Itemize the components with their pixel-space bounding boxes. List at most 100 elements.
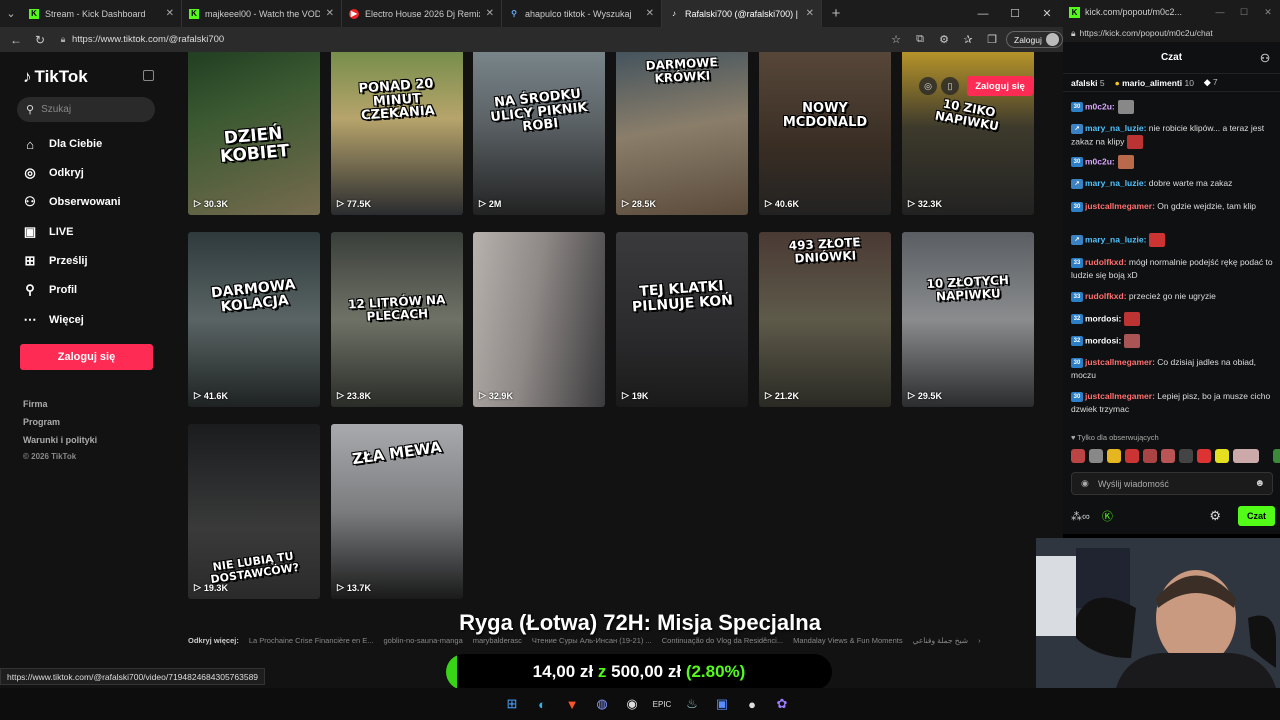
tab-kick-vod[interactable]: K majkeeel00 - Watch the VOD on Kick ✕ [182, 0, 342, 27]
close-window-icon[interactable]: ✕ [1256, 7, 1280, 18]
discover-link[interactable]: La Prochaine Crise Financière en E... [249, 636, 374, 645]
nav-wiecej[interactable]: ⋯ Więcej [22, 312, 84, 328]
emote[interactable] [1215, 449, 1229, 463]
gear-icon[interactable]: ⚙ [1209, 508, 1221, 524]
chat-username[interactable]: rudolfkxd: [1085, 257, 1127, 267]
tab-youtube[interactable]: ▶ Electro House 2026 Dj Remix ✕ [342, 0, 502, 27]
leader-item[interactable]: afalski 5 [1071, 78, 1105, 88]
collapse-sidebar-icon[interactable] [143, 70, 154, 81]
video-card[interactable]: ▷ 32.9K [473, 232, 605, 407]
url-field[interactable]: 🔒︎ https://www.tiktok.com/@rafalski700 [54, 30, 784, 49]
emoji-icon[interactable]: ☻ [1254, 478, 1265, 489]
emote[interactable] [1107, 449, 1121, 463]
kick-coin-icon[interactable]: Ⓚ [1102, 508, 1113, 524]
tab-search[interactable]: ⚲ ahapulco tiktok - Wyszukaj ✕ [502, 0, 662, 27]
discover-link[interactable]: goblin-no-sauna-manga [384, 636, 463, 645]
minimize-icon[interactable]: — [1208, 7, 1232, 18]
chat-username[interactable]: mary_na_luzie: [1085, 123, 1146, 133]
close-icon[interactable]: ✕ [326, 8, 334, 19]
phone-icon[interactable]: ▯ [941, 77, 959, 95]
nav-profil[interactable]: ⚲ Profil [22, 282, 77, 298]
close-icon[interactable]: ✕ [646, 8, 654, 19]
video-card[interactable]: NIE LUBIĄ TU DOSTAWCÓW? ▷ 19.3K [188, 424, 320, 599]
nav-odkryj[interactable]: ◎ Odkryj [22, 165, 84, 181]
footer-link-terms[interactable]: Warunki i polityki [23, 435, 97, 445]
video-card[interactable]: 12 LITRÓW NA PLECACH ▷ 23.8K [331, 232, 463, 407]
chat-username[interactable]: justcallmegamer: [1085, 201, 1155, 211]
tab-tiktok[interactable]: ♪ Rafalski700 (@rafalski700) | TikTok ✕ [662, 0, 822, 27]
close-window-icon[interactable]: ✕ [1031, 0, 1063, 27]
chat-url-bar[interactable]: 🔒︎ https://kick.com/popout/m0c2u/chat [1063, 24, 1280, 42]
emote[interactable] [1233, 449, 1259, 463]
reload-icon[interactable]: ↻ [28, 33, 52, 47]
discover-link[interactable]: Continuação do Vlog da Residênci... [662, 636, 783, 645]
nav-przeslij[interactable]: ⊞ Prześlij [22, 253, 88, 269]
chat-username[interactable]: mary_na_luzie: [1085, 234, 1146, 244]
steam-icon[interactable]: ♨ [681, 693, 703, 715]
emote[interactable] [1125, 449, 1139, 463]
tab-actions-icon[interactable]: ⌄ [0, 0, 22, 27]
video-card[interactable]: TEJ KLATKI PILNUJE KOŃ ▷ 19K [616, 232, 748, 407]
minimize-icon[interactable]: — [967, 0, 999, 27]
emote[interactable] [1197, 449, 1211, 463]
epic-games-icon[interactable]: EPIC [651, 693, 673, 715]
send-chat-button[interactable]: Czat [1238, 506, 1275, 526]
extensions-icon[interactable]: ⧉ [910, 33, 930, 46]
video-card[interactable]: NOWY MCDONALD ▷ 40.6K [759, 52, 891, 215]
brave-icon[interactable]: ▼ [561, 693, 583, 715]
star-icon[interactable]: ☆ [886, 33, 906, 46]
close-icon[interactable]: ✕ [806, 8, 814, 19]
footer-link-firma[interactable]: Firma [23, 399, 48, 409]
maximize-icon[interactable]: ☐ [1232, 7, 1256, 18]
nav-dla-ciebie[interactable]: ⌂ Dla Ciebie [22, 136, 102, 152]
chat-username[interactable]: m0c2u: [1085, 156, 1115, 166]
video-card[interactable]: PONAD 20 MINUT CZEKANIA ▷ 77.5K [331, 52, 463, 215]
video-card[interactable]: 10 ZŁOTYCH NAPIWKU ▷ 29.5K [902, 232, 1034, 407]
split-screen-icon[interactable]: ⚙ [934, 33, 954, 46]
close-icon[interactable]: ✕ [486, 8, 494, 19]
nav-obserwowani[interactable]: ⚇ Obserwowani [22, 194, 120, 210]
search-input[interactable]: ⚲ Szukaj [17, 97, 155, 122]
chevron-right-icon[interactable]: › [978, 636, 981, 645]
login-button[interactable]: Zaloguj się [20, 344, 153, 370]
back-icon[interactable]: ← [4, 33, 28, 47]
coin-icon[interactable]: ◎ [919, 77, 937, 95]
tab-kick-dashboard[interactable]: K Stream - Kick Dashboard ✕ [22, 0, 182, 27]
app-icon[interactable]: ● [741, 693, 763, 715]
emote[interactable] [1161, 449, 1175, 463]
close-icon[interactable]: ✕ [166, 8, 174, 19]
discover-link[interactable]: شيخ جملة وقناعي [913, 636, 969, 645]
emote[interactable] [1071, 449, 1085, 463]
tiktok-logo[interactable]: ♪ TikTok [23, 67, 88, 87]
video-card[interactable]: DARMOWE KRÓWKI ▷ 28.5K [616, 52, 748, 215]
favorites-icon[interactable]: ✰ [958, 33, 978, 46]
collections-icon[interactable]: ❐ [982, 33, 1002, 46]
profile-button[interactable]: Zaloguj [1006, 31, 1063, 48]
points-icon[interactable]: ⁂∞ [1071, 510, 1090, 523]
emote[interactable] [1089, 449, 1103, 463]
emote[interactable] [1143, 449, 1157, 463]
discover-link[interactable]: Чтение Суры Аль-Инсан (19-21) ... [532, 636, 652, 645]
top-login-button[interactable]: Zaloguj się [967, 76, 1033, 96]
nav-live[interactable]: ▣ LIVE [22, 224, 74, 240]
chat-message-input[interactable]: ◉ Wyślij wiadomość ☻ [1071, 472, 1273, 495]
video-card[interactable]: DZIEŃ KOBIET ▷ 30.3K [188, 52, 320, 215]
chat-username[interactable]: mordosi: [1085, 335, 1121, 345]
app-icon[interactable]: ✿ [771, 693, 793, 715]
footer-link-program[interactable]: Program [23, 417, 60, 427]
chat-username[interactable]: rudolfkxd: [1085, 291, 1127, 301]
leader-item[interactable]: ● mario_alimenti 10 [1115, 78, 1194, 88]
discover-link[interactable]: Mandalay Views & Fun Moments [793, 636, 903, 645]
users-icon[interactable]: ⚇ [1260, 52, 1270, 65]
video-card[interactable]: NA ŚRODKU ULICY PIKNIK ROBI ▷ 2M [473, 52, 605, 215]
chat-username[interactable]: mordosi: [1085, 313, 1121, 323]
video-card[interactable]: ZŁA MEWA ▷ 13.7K [331, 424, 463, 599]
obs-icon[interactable]: ◉ [621, 693, 643, 715]
discord-icon[interactable]: ◍ [591, 693, 613, 715]
leader-item[interactable]: ◆ 7 [1204, 77, 1218, 88]
windows-start-icon[interactable]: ⊞ [501, 693, 523, 715]
edge-icon[interactable]: ◐ [531, 693, 553, 715]
app-icon[interactable]: ▣ [711, 693, 733, 715]
chat-username[interactable]: justcallmegamer: [1085, 391, 1155, 401]
maximize-icon[interactable]: ☐ [999, 0, 1031, 27]
